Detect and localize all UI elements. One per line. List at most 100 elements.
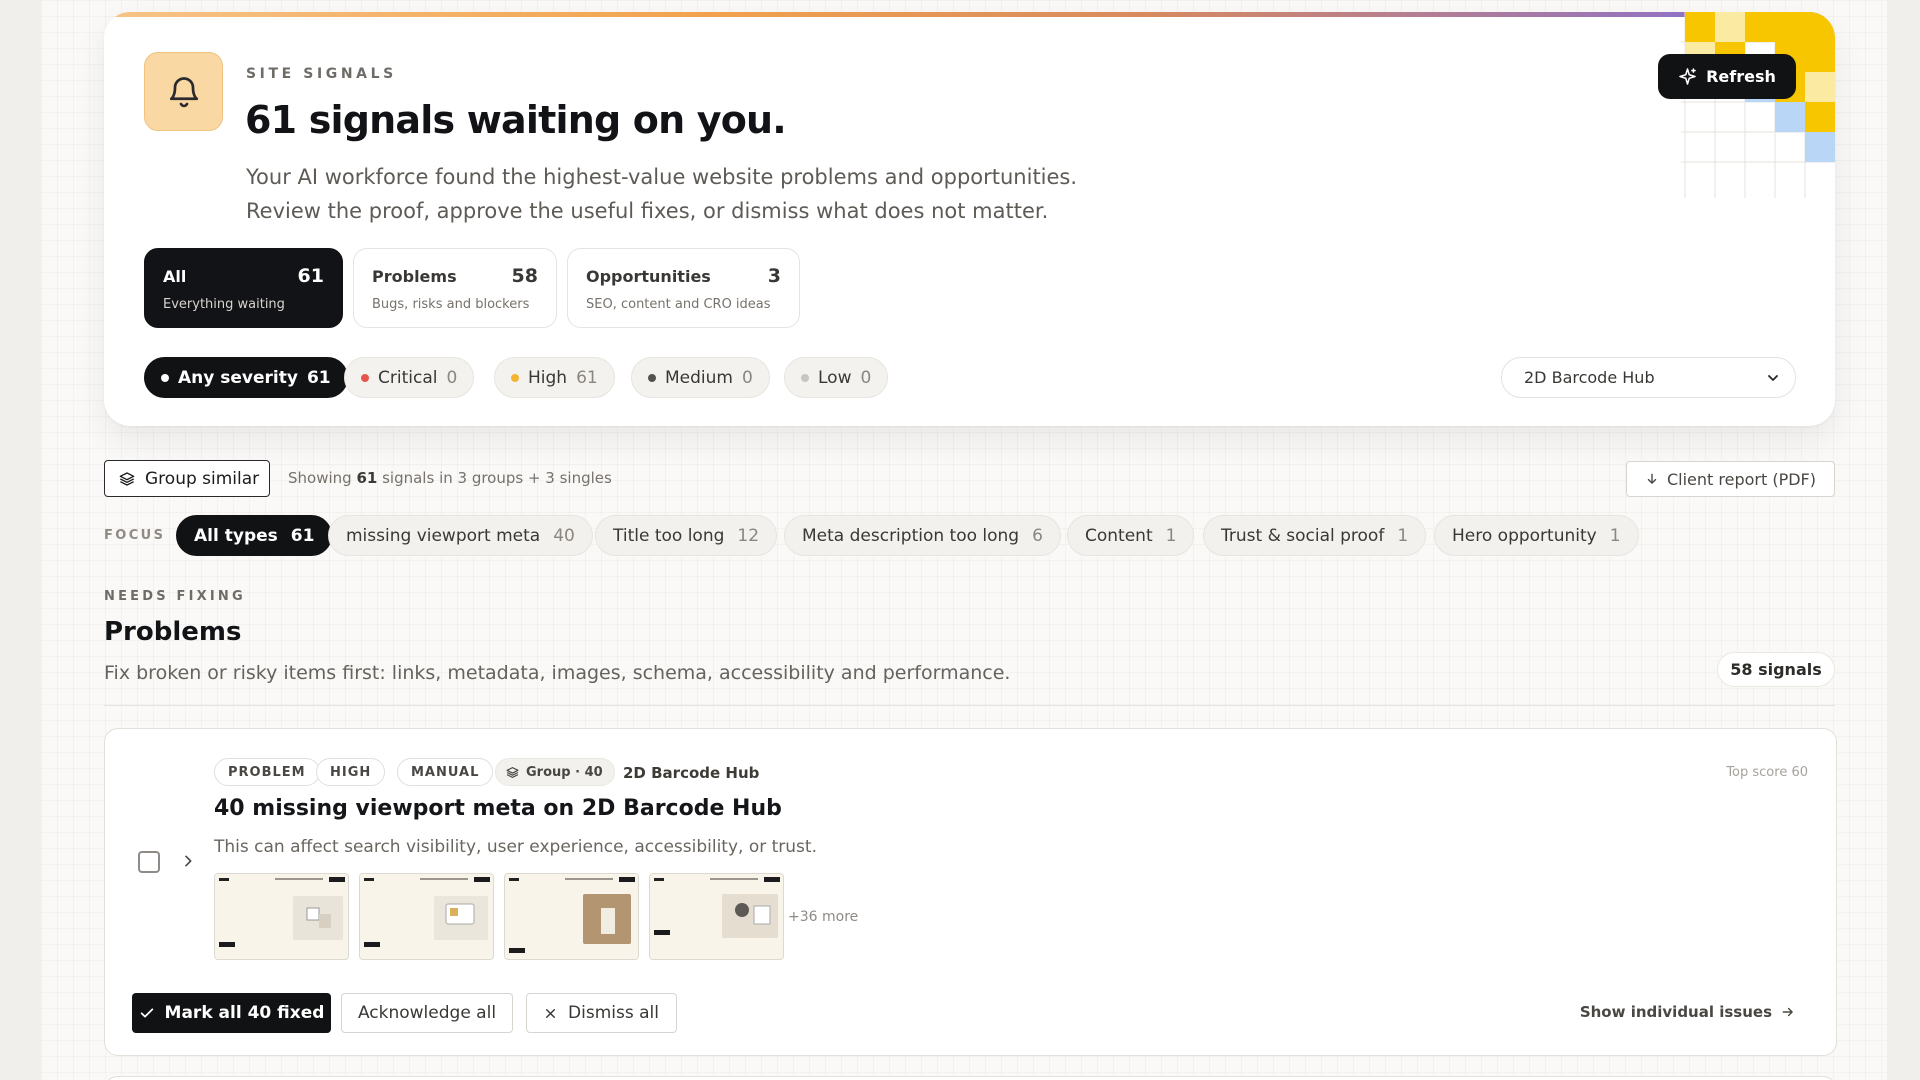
section-title: Problems xyxy=(104,617,242,647)
download-arrow-icon xyxy=(1647,473,1657,484)
group-similar-toggle[interactable]: Group similar xyxy=(104,460,270,497)
layers-icon xyxy=(119,471,135,486)
section-description: Fix broken or risky items first: links, … xyxy=(104,662,1011,684)
show-individual-issues-link[interactable]: Show individual issues xyxy=(1580,1003,1795,1021)
severity-count: 61 xyxy=(306,367,331,388)
mark-all-fixed-label: Mark all 40 fixed xyxy=(164,1003,325,1023)
hero-accent-line xyxy=(104,12,1835,17)
sparkle-icon xyxy=(1679,68,1696,85)
show-individual-label: Show individual issues xyxy=(1579,1003,1772,1021)
severity-filter-critical[interactable]: Critical 0 xyxy=(344,357,475,398)
page-thumbnail[interactable] xyxy=(649,873,784,960)
tag-severity-high: HIGH xyxy=(316,758,386,786)
section-kicker: NEEDS FIXING xyxy=(104,589,246,604)
type-tab-count: 58 xyxy=(511,265,538,287)
acknowledge-all-button[interactable]: Acknowledge all xyxy=(341,993,513,1033)
type-tab-opportunities[interactable]: Opportunities 3 SEO, content and CRO ide… xyxy=(567,248,800,328)
site-select[interactable]: 2D Barcode Hub xyxy=(1501,357,1796,398)
tag-problem: PROBLEM xyxy=(214,758,320,786)
severity-label: Critical xyxy=(378,367,438,388)
page-thumbnail[interactable] xyxy=(359,873,494,960)
severity-filter-any[interactable]: Any severity 61 xyxy=(144,357,348,398)
layers-icon xyxy=(506,766,519,778)
page-screenshot-image xyxy=(215,874,348,959)
more-thumbnails-count[interactable]: +36 more xyxy=(788,909,858,925)
select-checkbox[interactable] xyxy=(138,851,160,873)
focus-chip-count: 1 xyxy=(1609,525,1621,546)
issue-site-name: 2D Barcode Hub xyxy=(623,764,760,782)
type-tab-title: Problems xyxy=(372,266,457,286)
focus-chip-label: Content xyxy=(1085,525,1153,546)
severity-count: 61 xyxy=(576,367,598,388)
issue-description: This can affect search visibility, user … xyxy=(214,837,817,857)
focus-chip-missing-viewport-meta[interactable]: missing viewport meta 40 xyxy=(328,515,593,556)
decorative-grid-pattern xyxy=(1681,12,1835,198)
severity-label: High xyxy=(528,367,568,388)
focus-chip-hero-opportunity[interactable]: Hero opportunity 1 xyxy=(1434,515,1639,556)
severity-count: 0 xyxy=(741,367,753,388)
page-screenshot-image xyxy=(505,874,638,959)
focus-chip-count: 1 xyxy=(1165,525,1177,546)
signals-count-badge: 58 signals xyxy=(1717,652,1835,687)
focus-chip-content[interactable]: Content 1 xyxy=(1067,515,1195,556)
type-tab-all[interactable]: All 61 Everything waiting xyxy=(144,248,343,328)
client-report-label: Client report (PDF) xyxy=(1666,469,1816,489)
severity-dot xyxy=(648,373,656,382)
focus-chip-count: 61 xyxy=(290,525,315,546)
focus-chip-count: 40 xyxy=(553,525,575,546)
type-tab-title: All xyxy=(163,266,187,286)
page-title: 61 signals waiting on you. xyxy=(245,98,787,142)
page-thumbnail[interactable] xyxy=(214,873,349,960)
focus-chip-label: Trust & social proof xyxy=(1221,525,1385,546)
focus-chip-meta-description-too-long[interactable]: Meta description too long 6 xyxy=(784,515,1061,556)
tag-group: Group · 40 xyxy=(495,758,615,786)
signals-hero-card: SITE SIGNALS 61 signals waiting on you. … xyxy=(104,12,1835,426)
type-tab-subtitle: Bugs, risks and blockers xyxy=(372,297,530,312)
page-screenshot-image xyxy=(650,874,783,959)
severity-count: 0 xyxy=(446,367,458,388)
bell-icon-tile xyxy=(144,52,223,131)
type-tab-title: Opportunities xyxy=(586,266,711,286)
severity-dot xyxy=(361,373,369,382)
severity-label: Low xyxy=(818,367,852,388)
severity-label: Medium xyxy=(665,367,733,388)
hero-description: Your AI workforce found the highest-valu… xyxy=(246,160,1146,228)
type-tab-count: 3 xyxy=(767,265,781,287)
type-tab-problems[interactable]: Problems 58 Bugs, risks and blockers xyxy=(353,248,557,328)
client-report-button[interactable]: Client report (PDF) xyxy=(1626,461,1835,497)
severity-filter-medium[interactable]: Medium 0 xyxy=(631,357,770,398)
issue-title: 40 missing viewport meta on 2D Barcode H… xyxy=(214,796,782,821)
focus-chip-label: Hero opportunity xyxy=(1452,525,1597,546)
section-divider xyxy=(104,705,1835,706)
focus-chip-trust-social-proof[interactable]: Trust & social proof 1 xyxy=(1203,515,1427,556)
focus-chip-count: 6 xyxy=(1032,525,1043,546)
showing-suffix: signals in 3 groups + 3 singles xyxy=(382,469,612,487)
site-select-value: 2D Barcode Hub xyxy=(1524,368,1655,387)
focus-chip-title-too-long[interactable]: Title too long 12 xyxy=(595,515,778,556)
refresh-label: Refresh xyxy=(1706,67,1776,86)
type-tab-subtitle: SEO, content and CRO ideas xyxy=(586,297,771,312)
group-similar-label: Group similar xyxy=(145,468,260,489)
severity-filter-high[interactable]: High 61 xyxy=(494,357,615,398)
focus-chip-count: 1 xyxy=(1397,525,1409,546)
type-tab-subtitle: Everything waiting xyxy=(163,297,285,312)
focus-chip-all-types[interactable]: All types 61 xyxy=(176,515,333,556)
hero-description-line-1: Your AI workforce found the highest-valu… xyxy=(246,165,1078,189)
focus-label: FOCUS xyxy=(104,528,166,543)
refresh-button[interactable]: Refresh xyxy=(1658,54,1796,99)
severity-filter-low[interactable]: Low 0 xyxy=(784,357,889,398)
type-tab-count: 61 xyxy=(297,265,324,287)
severity-dot xyxy=(161,373,169,382)
focus-chip-label: Meta description too long xyxy=(802,525,1020,546)
severity-count: 0 xyxy=(860,367,872,388)
focus-chip-label: missing viewport meta xyxy=(346,525,541,546)
mark-all-fixed-button[interactable]: Mark all 40 fixed xyxy=(132,993,331,1033)
check-icon xyxy=(140,1008,153,1018)
chevron-right-icon[interactable] xyxy=(180,853,196,869)
showing-count: 61 xyxy=(356,469,378,487)
close-icon xyxy=(546,1008,556,1018)
dismiss-all-button[interactable]: Dismiss all xyxy=(526,993,677,1033)
showing-summary: Showing 61 signals in 3 groups + 3 singl… xyxy=(288,469,612,487)
page-thumbnail[interactable] xyxy=(504,873,639,960)
severity-label: Any severity xyxy=(178,367,298,388)
